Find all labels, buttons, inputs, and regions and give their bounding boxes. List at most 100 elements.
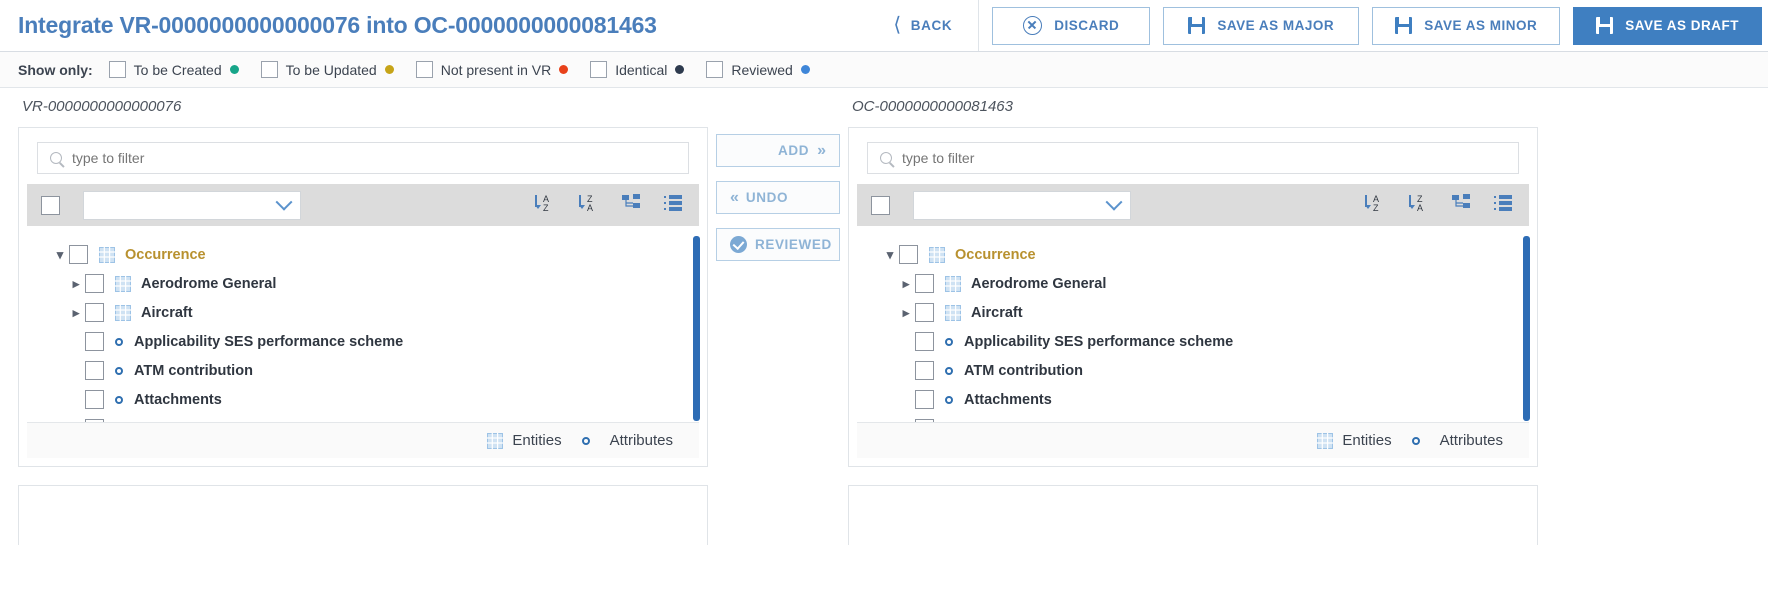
tree-row[interactable]: ▾ Occurrence (849, 240, 1537, 269)
target-search-input[interactable] (902, 150, 1506, 166)
chevron-right-icon[interactable]: ▸ (69, 305, 83, 321)
target-tree[interactable]: ▾ Occurrence ▸ Aerodrome General ▸ Aircraft Ap… (849, 226, 1537, 422)
chevron-down-icon (1105, 193, 1123, 211)
attribute-icon (115, 366, 123, 375)
reviewed-button[interactable]: REVIEWED (716, 228, 840, 261)
chevron-right-icon[interactable]: ▸ (69, 276, 83, 292)
grid-icon (929, 246, 945, 263)
save-as-major-button[interactable]: SAVE AS MAJOR (1163, 6, 1360, 45)
source-panel: VR-0000000000000076 AZ ZA (18, 88, 708, 596)
filter-option-reviewed[interactable]: Reviewed (706, 61, 810, 78)
hierarchy-view-icon[interactable] (621, 193, 641, 218)
attribute-icon (1411, 436, 1420, 445)
source-select-all-checkbox[interactable] (41, 195, 60, 215)
save-as-minor-button[interactable]: SAVE AS MINOR (1372, 6, 1561, 45)
chevron-down-icon[interactable]: ▾ (53, 247, 67, 263)
grid-icon (99, 246, 115, 263)
tree-row-checkbox[interactable] (85, 332, 104, 351)
tree-row[interactable]: ▸ Aerodrome General (849, 269, 1537, 298)
source-search-input[interactable] (72, 150, 676, 166)
tree-row-checkbox[interactable] (69, 245, 88, 264)
tree-row[interactable]: ▸ Aircraft (19, 298, 707, 327)
source-tree-scrollbar-thumb[interactable] (693, 236, 700, 421)
tree-row[interactable]: ATM contribution (19, 356, 707, 385)
target-panel-legend: Entities Attributes (857, 422, 1529, 458)
sort-az-icon[interactable]: AZ (1363, 192, 1385, 219)
save-as-major-label: SAVE AS MAJOR (1217, 18, 1335, 33)
grid-icon (115, 304, 131, 321)
source-search-field[interactable] (37, 142, 689, 174)
tree-row[interactable]: ▸ Aerodrome General (19, 269, 707, 298)
filter-checkbox[interactable] (108, 61, 126, 78)
list-view-icon[interactable] (663, 193, 683, 218)
sort-az-icon[interactable]: AZ (533, 192, 555, 219)
tree-row-checkbox[interactable] (85, 303, 104, 322)
tree-row-checkbox[interactable] (915, 332, 934, 351)
chevron-down-icon[interactable]: ▾ (883, 247, 897, 263)
svg-text:Z: Z (1373, 203, 1379, 213)
tree-row-checkbox[interactable] (85, 419, 104, 422)
back-button[interactable]: ⟨ BACK (875, 0, 980, 51)
transfer-actions: ADD » « UNDO REVIEWED (708, 88, 848, 596)
source-filter-select[interactable] (83, 190, 301, 220)
filter-bar-label: Show only: (18, 61, 93, 78)
source-tree[interactable]: ▾ Occurrence ▸ Aerodrome General ▸ Aircraft Ap… (19, 226, 707, 422)
undo-button[interactable]: « UNDO (716, 181, 840, 214)
target-search-field[interactable] (867, 142, 1519, 174)
tree-row-checkbox[interactable] (915, 419, 934, 422)
filter-checkbox[interactable] (260, 61, 278, 78)
tree-row[interactable]: ▸ Aircraft (849, 298, 1537, 327)
discard-button-label: DISCARD (1054, 18, 1120, 33)
legend-attributes-label: Attributes (609, 432, 673, 449)
list-view-icon[interactable] (1493, 193, 1513, 218)
tree-row-label: Authority occ. closure (134, 421, 287, 423)
tree-row-checkbox[interactable] (915, 303, 934, 322)
tree-row-checkbox[interactable] (85, 274, 104, 293)
filter-checkbox[interactable] (706, 61, 724, 78)
tree-row-checkbox[interactable] (915, 274, 934, 293)
discard-button[interactable]: DISCARD (992, 6, 1151, 45)
source-panel-title: VR-0000000000000076 (22, 98, 182, 115)
target-tree-scrollbar-thumb[interactable] (1523, 236, 1530, 421)
sort-za-icon[interactable]: ZA (1407, 192, 1429, 219)
legend-entities-label: Entities (1342, 432, 1392, 449)
filter-option-to-be-created[interactable]: To be Created (108, 61, 239, 78)
legend-attributes-label: Attributes (1439, 432, 1503, 449)
filter-option-identical[interactable]: Identical (590, 61, 685, 78)
save-icon (1596, 17, 1614, 34)
grid-icon (487, 432, 504, 449)
target-select-all-checkbox[interactable] (871, 195, 890, 215)
tree-row-checkbox[interactable] (85, 390, 104, 409)
hierarchy-view-icon[interactable] (1451, 193, 1471, 218)
tree-row[interactable]: ▾ Occurrence (19, 240, 707, 269)
filter-checkbox[interactable] (590, 61, 608, 78)
save-as-draft-button[interactable]: SAVE AS DRAFT (1573, 6, 1762, 45)
filter-option-not-present-in-vr[interactable]: Not present in VR (415, 61, 569, 78)
check-circle-icon (730, 236, 747, 253)
tree-row[interactable]: ATM contribution (849, 356, 1537, 385)
tree-row[interactable]: Authority occ. closure (19, 414, 707, 422)
tree-row[interactable]: Attachments (849, 385, 1537, 414)
tree-row-label: ATM contribution (964, 362, 1083, 379)
tree-row-checkbox[interactable] (915, 390, 934, 409)
tree-row-checkbox[interactable] (85, 361, 104, 380)
tree-row[interactable]: Attachments (19, 385, 707, 414)
add-button[interactable]: ADD » (716, 134, 840, 167)
save-icon (1395, 17, 1413, 34)
target-filter-select[interactable] (913, 190, 1131, 220)
tree-row-checkbox[interactable] (915, 361, 934, 380)
sort-za-icon[interactable]: ZA (577, 192, 599, 219)
tree-row[interactable]: Applicability SES performance scheme (19, 327, 707, 356)
tree-row-checkbox[interactable] (899, 245, 918, 264)
filter-checkbox[interactable] (415, 61, 433, 78)
tree-row-label: Occurrence (955, 246, 1036, 263)
tree-row[interactable]: Authority occ. closure (849, 414, 1537, 422)
attribute-icon (945, 395, 953, 404)
tree-row-label: Aircraft (141, 304, 193, 321)
tree-row[interactable]: Applicability SES performance scheme (849, 327, 1537, 356)
chevron-right-icon[interactable]: ▸ (899, 276, 913, 292)
chevron-right-icon[interactable]: ▸ (899, 305, 913, 321)
tree-row-label: Attachments (134, 391, 222, 408)
filter-option-label: Not present in VR (440, 61, 552, 78)
filter-option-to-be-updated[interactable]: To be Updated (260, 61, 394, 78)
